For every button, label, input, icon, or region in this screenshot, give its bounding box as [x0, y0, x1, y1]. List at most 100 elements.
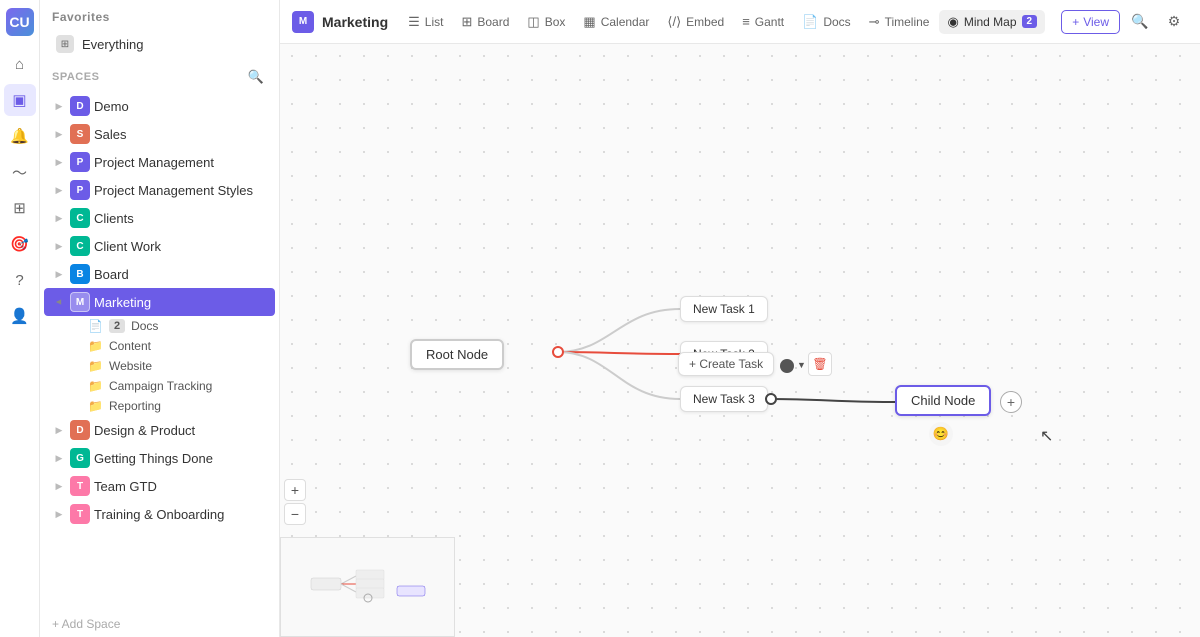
sidebar-item-board[interactable]: ▶ B Board — [44, 260, 275, 288]
top-bar-right: + View 🔍 ⚙ — [1061, 8, 1188, 36]
tab-list[interactable]: ☰ List — [400, 10, 451, 34]
space-label-demo: Demo — [94, 99, 267, 114]
chevron-icon: ▶ — [52, 99, 66, 113]
docs-tab-icon: 📄 — [802, 14, 818, 30]
favorites-title: Favorites — [52, 10, 110, 24]
tab-docs[interactable]: 📄 Docs — [794, 10, 859, 34]
website-icon: 📁 — [88, 359, 103, 373]
sidebar-item-design-product[interactable]: ▶ D Design & Product — [44, 416, 275, 444]
settings-button[interactable]: ⚙ — [1160, 8, 1188, 36]
nav-tasks-btn[interactable]: ▣ — [4, 84, 36, 116]
space-label-gtd: Getting Things Done — [94, 451, 267, 466]
website-label: Website — [109, 359, 152, 373]
everything-row[interactable]: ⊞ Everything — [44, 30, 275, 58]
tab-box[interactable]: ◫ Box — [519, 10, 573, 34]
space-badge-design: D — [70, 420, 90, 440]
sidebar-item-demo[interactable]: ▶ D Demo — [44, 92, 275, 120]
space-badge-board: B — [70, 264, 90, 284]
space-badge-pm-styles: P — [70, 180, 90, 200]
tab-embed[interactable]: ⟨/⟩ Embed — [659, 10, 732, 34]
tab-gantt[interactable]: ≡ Gantt — [734, 10, 792, 33]
everything-icon: ⊞ — [56, 35, 74, 53]
create-task-label: + Create Task — [689, 357, 763, 371]
space-badge-pm: P — [70, 152, 90, 172]
zoom-in-btn[interactable]: + — [284, 479, 306, 501]
sidebar-item-team-gtd[interactable]: ▶ T Team GTD — [44, 472, 275, 500]
page-title: Marketing — [322, 14, 388, 30]
favorites-header: Favorites — [40, 0, 279, 30]
space-badge-clients: C — [70, 208, 90, 228]
task1-node[interactable]: New Task 1 — [680, 296, 768, 322]
add-space-btn[interactable]: + Add Space — [40, 611, 279, 637]
campaign-label: Campaign Tracking — [109, 379, 212, 393]
mind-map-badge: 2 — [1022, 15, 1038, 28]
sidebar-subitem-reporting[interactable]: 📁 Reporting — [44, 396, 275, 416]
chevron-icon: ▶ — [52, 239, 66, 253]
spaces-title: Spaces — [52, 71, 99, 83]
chevron-icon: ▶ — [52, 423, 66, 437]
tab-calendar[interactable]: ▦ Calendar — [575, 10, 657, 34]
nav-user-btn[interactable]: 👤 — [4, 300, 36, 332]
nav-home-btn[interactable]: ⌂ — [4, 48, 36, 80]
sidebar-item-pm-styles[interactable]: ▶ P Project Management Styles — [44, 176, 275, 204]
space-badge-client-work: C — [70, 236, 90, 256]
sidebar-subitem-docs[interactable]: 📄 2 Docs — [44, 316, 275, 336]
mind-map-icon: ◉ — [947, 14, 958, 30]
root-node[interactable]: Root Node — [410, 339, 504, 370]
space-label-marketing: Marketing — [94, 295, 267, 310]
sidebar-item-training[interactable]: ▶ T Training & Onboarding — [44, 500, 275, 528]
sidebar-subitem-website[interactable]: 📁 Website — [44, 356, 275, 376]
mind-map-canvas[interactable]: Root Node New Task 1 New Task 2 New Task… — [280, 44, 1200, 637]
tab-board[interactable]: ⊞ Board — [453, 10, 517, 34]
content-label: Content — [109, 339, 151, 353]
cursor-pointer: ↖ — [1040, 426, 1053, 446]
tab-timeline[interactable]: ⊸ Timeline — [861, 10, 938, 34]
delete-btn[interactable]: 🗑 — [808, 352, 832, 376]
everything-label: Everything — [82, 37, 143, 52]
sidebar-item-client-work[interactable]: ▶ C Client Work — [44, 232, 275, 260]
breadcrumb-icon: M — [292, 11, 314, 33]
calendar-icon: ▦ — [583, 14, 595, 30]
tab-mind-map[interactable]: ◉ Mind Map 2 — [939, 10, 1045, 34]
emoji-btn[interactable]: 😊 — [929, 422, 953, 446]
content-icon: 📁 — [88, 339, 103, 353]
tab-timeline-label: Timeline — [885, 15, 930, 29]
space-label-design: Design & Product — [94, 423, 267, 438]
view-tabs: ☰ List ⊞ Board ◫ Box ▦ Calendar ⟨/⟩ Embe… — [400, 10, 1057, 34]
sidebar-subitem-content[interactable]: 📁 Content — [44, 336, 275, 356]
chevron-icon: ▶ — [52, 507, 66, 521]
gantt-icon: ≡ — [742, 14, 750, 29]
space-label-training: Training & Onboarding — [94, 507, 267, 522]
task3-node[interactable]: New Task 3 — [680, 386, 768, 412]
child-node[interactable]: Child Node — [895, 385, 991, 416]
tab-box-label: Box — [545, 15, 566, 29]
sidebar-item-marketing[interactable]: ▼ M Marketing — [44, 288, 275, 316]
nav-goals-btn[interactable]: 🎯 — [4, 228, 36, 260]
color-dot[interactable] — [780, 359, 794, 373]
nav-apps-btn[interactable]: ⊞ — [4, 192, 36, 224]
space-badge-sales: S — [70, 124, 90, 144]
task1-label: New Task 1 — [693, 302, 755, 316]
zoom-out-btn[interactable]: − — [284, 503, 306, 525]
child-node-plus-btn[interactable]: + — [1000, 391, 1022, 413]
view-label: View — [1083, 15, 1109, 29]
space-label-clients: Clients — [94, 211, 267, 226]
space-label-pm: Project Management — [94, 155, 267, 170]
icon-sidebar: CU ⌂ ▣ 🔔 〜 ⊞ 🎯 ? 👤 — [0, 0, 40, 637]
search-button[interactable]: 🔍 — [1126, 8, 1154, 36]
docs-label: Docs — [131, 319, 158, 333]
nav-pulse-btn[interactable]: 〜 — [4, 156, 36, 188]
spaces-search-btn[interactable]: 🔍 — [245, 66, 267, 88]
zoom-controls: + − — [280, 475, 310, 529]
sidebar-item-project-management[interactable]: ▶ P Project Management — [44, 148, 275, 176]
sidebar-subitem-campaign-tracking[interactable]: 📁 Campaign Tracking — [44, 376, 275, 396]
sidebar-item-sales[interactable]: ▶ S Sales — [44, 120, 275, 148]
view-button[interactable]: + View — [1061, 10, 1120, 34]
main-area: M Marketing ☰ List ⊞ Board ◫ Box ▦ Calen… — [280, 0, 1200, 637]
sidebar-item-clients[interactable]: ▶ C Clients — [44, 204, 275, 232]
nav-inbox-btn[interactable]: 🔔 — [4, 120, 36, 152]
plus-icon: + — [1072, 15, 1079, 29]
sidebar-item-getting-things-done[interactable]: ▶ G Getting Things Done — [44, 444, 275, 472]
create-task-btn[interactable]: + Create Task — [678, 352, 774, 376]
nav-help-btn[interactable]: ? — [4, 264, 36, 296]
